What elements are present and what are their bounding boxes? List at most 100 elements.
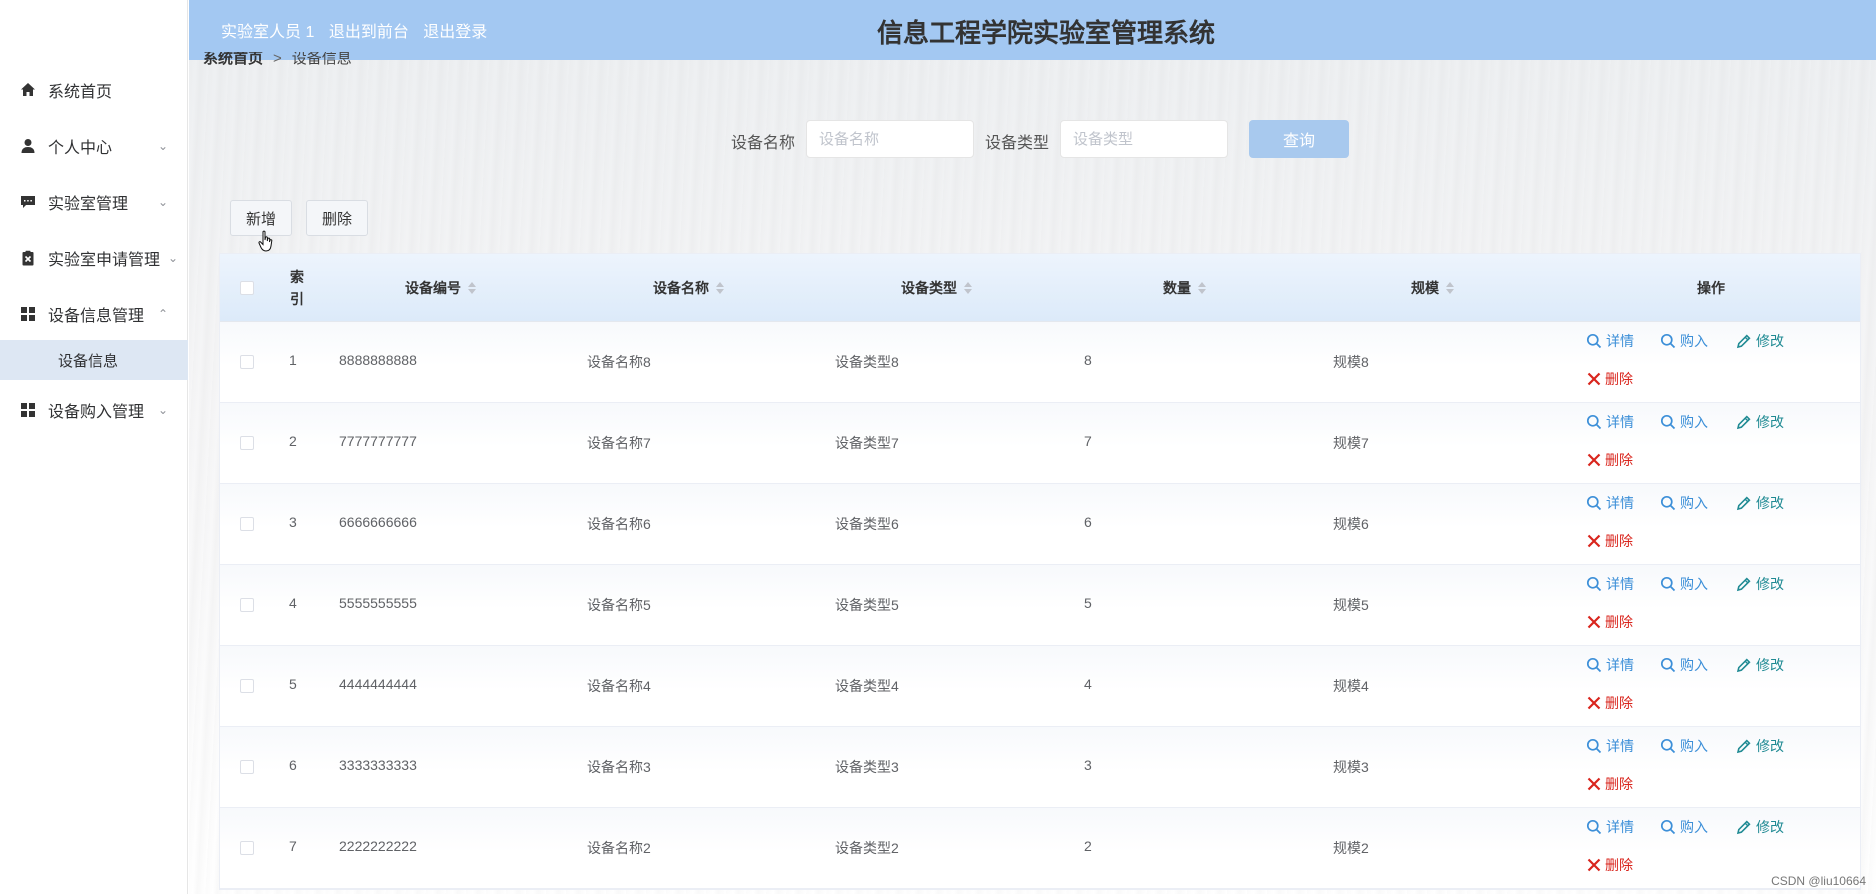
edit-icon	[1736, 658, 1751, 673]
cell-type: 设备类型2	[835, 840, 899, 856]
edit-button[interactable]: 修改	[1736, 412, 1784, 432]
detail-button[interactable]: 详情	[1586, 736, 1634, 756]
purchase-button[interactable]: 购入	[1660, 736, 1708, 756]
equipment-name-input[interactable]	[806, 120, 974, 158]
header-type[interactable]: 设备类型	[901, 254, 972, 322]
search-icon	[1660, 657, 1676, 673]
sort-icon[interactable]	[1198, 282, 1206, 294]
header-name[interactable]: 设备名称	[653, 254, 724, 322]
edit-button[interactable]: 修改	[1736, 574, 1784, 594]
sidebar-item-personal-center[interactable]: 个人中心 ⌄	[0, 118, 188, 174]
sidebar-subitem-label: 设备信息	[58, 352, 119, 370]
cell-index: 3	[289, 514, 297, 530]
row-delete-button[interactable]: 删除	[1587, 612, 1633, 632]
purchase-button[interactable]: 购入	[1660, 493, 1708, 513]
query-button[interactable]: 查询	[1249, 120, 1349, 158]
header-code-label: 设备编号	[405, 280, 461, 296]
row-checkbox[interactable]	[240, 436, 254, 450]
detail-button[interactable]: 详情	[1586, 412, 1634, 432]
cell-scale: 规模6	[1333, 516, 1369, 532]
sidebar-item-equipment-purchase[interactable]: 设备购入管理 ⌄	[0, 382, 188, 438]
header-name-label: 设备名称	[653, 280, 709, 296]
row-delete-button[interactable]: 删除	[1587, 693, 1633, 713]
sidebar-item-home[interactable]: 系统首页	[0, 62, 188, 118]
exit-to-frontend-link[interactable]: 退出到前台	[329, 24, 409, 41]
close-icon	[1587, 534, 1601, 548]
chevron-down-icon: ⌄	[167, 251, 178, 265]
edit-button[interactable]: 修改	[1736, 817, 1784, 837]
logout-link[interactable]: 退出登录	[423, 24, 487, 41]
grid-icon	[21, 307, 35, 321]
row-delete-label: 删除	[1605, 857, 1633, 873]
header-scale[interactable]: 规模	[1411, 254, 1454, 322]
hand-cursor-icon	[258, 230, 273, 252]
sort-icon[interactable]	[964, 282, 972, 294]
cell-qty: 2	[1084, 838, 1092, 854]
header-qty-label: 数量	[1163, 280, 1191, 296]
table-row: 3 6666666666 设备名称6 设备类型6 6 规模6 详情 购入 修改 删除	[220, 484, 1860, 565]
row-checkbox[interactable]	[240, 841, 254, 855]
cell-name: 设备名称5	[587, 597, 651, 613]
user-role-link[interactable]: 实验室人员 1	[221, 24, 314, 41]
row-delete-button[interactable]: 删除	[1587, 369, 1633, 389]
detail-button[interactable]: 详情	[1586, 331, 1634, 351]
detail-button[interactable]: 详情	[1586, 493, 1634, 513]
sort-icon[interactable]	[468, 282, 476, 294]
cell-code: 8888888888	[339, 352, 417, 368]
row-delete-label: 删除	[1605, 533, 1633, 549]
search-icon	[1660, 414, 1676, 430]
header-qty[interactable]: 数量	[1163, 254, 1206, 322]
header-code[interactable]: 设备编号	[405, 254, 476, 322]
cell-name: 设备名称3	[587, 759, 651, 775]
row-delete-button[interactable]: 删除	[1587, 531, 1633, 551]
delete-button[interactable]: 删除	[306, 200, 369, 236]
row-delete-label: 删除	[1605, 452, 1633, 468]
sort-icon[interactable]	[1446, 282, 1454, 294]
sidebar-item-lab-application[interactable]: 实验室申请管理 ⌄	[0, 230, 188, 286]
chevron-down-icon: ⌄	[157, 403, 168, 417]
row-checkbox[interactable]	[240, 355, 254, 369]
edit-button[interactable]: 修改	[1736, 736, 1784, 756]
purchase-button[interactable]: 购入	[1660, 331, 1708, 351]
purchase-label: 购入	[1680, 495, 1708, 511]
purchase-button[interactable]: 购入	[1660, 817, 1708, 837]
detail-button[interactable]: 详情	[1586, 655, 1634, 675]
purchase-button[interactable]: 购入	[1660, 574, 1708, 594]
edit-icon	[1736, 496, 1751, 511]
sidebar-subitem-equipment-info[interactable]: 设备信息	[0, 340, 188, 380]
sidebar-item-equipment-info[interactable]: 设备信息管理 ⌃	[0, 286, 188, 342]
search-icon	[1660, 819, 1676, 835]
breadcrumb-home[interactable]: 系统首页	[203, 52, 263, 67]
cell-index: 6	[289, 757, 297, 773]
edit-button[interactable]: 修改	[1736, 655, 1784, 675]
chat-icon	[21, 196, 35, 208]
sort-icon[interactable]	[716, 282, 724, 294]
row-delete-button[interactable]: 删除	[1587, 450, 1633, 470]
row-checkbox[interactable]	[240, 517, 254, 531]
edit-icon	[1736, 820, 1751, 835]
row-checkbox[interactable]	[240, 598, 254, 612]
purchase-label: 购入	[1680, 414, 1708, 430]
search-icon	[1660, 495, 1676, 511]
detail-button[interactable]: 详情	[1586, 574, 1634, 594]
edit-icon	[1736, 739, 1751, 754]
cell-code: 3333333333	[339, 757, 417, 773]
edit-button[interactable]: 修改	[1736, 331, 1784, 351]
row-delete-button[interactable]: 删除	[1587, 855, 1633, 875]
equipment-type-input[interactable]	[1060, 120, 1228, 158]
row-checkbox[interactable]	[240, 760, 254, 774]
detail-label: 详情	[1606, 495, 1634, 511]
detail-label: 详情	[1606, 738, 1634, 754]
edit-button[interactable]: 修改	[1736, 493, 1784, 513]
select-all-checkbox[interactable]	[240, 281, 254, 295]
purchase-button[interactable]: 购入	[1660, 655, 1708, 675]
purchase-button[interactable]: 购入	[1660, 412, 1708, 432]
search-icon	[1586, 495, 1602, 511]
detail-button[interactable]: 详情	[1586, 817, 1634, 837]
cell-scale: 规模4	[1333, 678, 1369, 694]
row-checkbox[interactable]	[240, 679, 254, 693]
sidebar-item-lab-management[interactable]: 实验室管理 ⌄	[0, 174, 188, 230]
cell-index: 4	[289, 595, 297, 611]
cell-qty: 8	[1084, 352, 1092, 368]
row-delete-button[interactable]: 删除	[1587, 774, 1633, 794]
